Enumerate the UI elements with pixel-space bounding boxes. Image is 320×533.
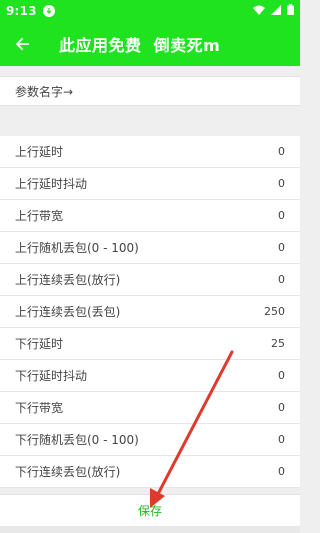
setting-label: 下行延时抖动	[15, 369, 88, 383]
param-name-label: 参数名字→	[15, 84, 74, 99]
setting-row[interactable]: 上行随机丢包(0 - 100) 0	[0, 232, 300, 264]
save-button[interactable]: 保存	[138, 502, 162, 519]
section-gap	[0, 66, 300, 76]
setting-value: 0	[278, 369, 285, 382]
setting-row[interactable]: 上行连续丢包(放行) 0	[0, 264, 300, 296]
setting-value: 0	[278, 273, 285, 286]
setting-row[interactable]: 上行延时抖动 0	[0, 168, 300, 200]
status-time: 9:13	[6, 4, 37, 18]
setting-value: 0	[278, 241, 285, 254]
setting-row[interactable]: 下行延时抖动 0	[0, 360, 300, 392]
setting-row[interactable]: 上行延时 0	[0, 136, 300, 168]
setting-label: 上行随机丢包(0 - 100)	[15, 241, 139, 255]
save-area: 保存	[0, 494, 300, 526]
section-gap	[0, 106, 300, 136]
setting-value: 0	[278, 465, 285, 478]
bottom-strip	[0, 526, 300, 533]
setting-label: 上行延时抖动	[15, 177, 88, 191]
settings-list: 上行延时 0 上行延时抖动 0 上行带宽 0 上行随机丢包(0 - 100) 0…	[0, 136, 300, 488]
setting-row[interactable]: 上行连续丢包(丢包) 250	[0, 296, 300, 328]
setting-value: 0	[278, 209, 285, 222]
setting-label: 上行延时	[15, 145, 64, 159]
page-title: 此应用免费 倒卖死m	[59, 36, 221, 55]
battery-icon	[287, 4, 294, 18]
setting-label: 上行连续丢包(丢包)	[15, 305, 121, 319]
arrow-left-icon	[15, 37, 29, 51]
setting-label: 下行带宽	[15, 401, 64, 415]
setting-label: 下行延时	[15, 337, 64, 351]
setting-row[interactable]: 下行带宽 0	[0, 392, 300, 424]
setting-value: 0	[278, 433, 285, 446]
setting-value: 25	[271, 337, 285, 350]
setting-value: 0	[278, 401, 285, 414]
setting-row[interactable]: 下行延时 25	[0, 328, 300, 360]
status-bar: 9:13	[0, 0, 300, 22]
signal-icon	[271, 4, 281, 18]
setting-value: 0	[278, 145, 285, 158]
setting-value: 0	[278, 177, 285, 190]
param-name-row[interactable]: 参数名字→	[0, 76, 300, 106]
download-icon	[42, 5, 55, 17]
setting-label: 上行连续丢包(放行)	[15, 273, 121, 287]
setting-row[interactable]: 下行连续丢包(放行) 0	[0, 456, 300, 488]
setting-value: 250	[264, 305, 285, 318]
back-button[interactable]	[0, 22, 44, 66]
setting-label: 下行随机丢包(0 - 100)	[15, 433, 139, 447]
wifi-icon	[253, 4, 265, 18]
setting-label: 下行连续丢包(放行)	[15, 465, 121, 479]
setting-label: 上行带宽	[15, 209, 64, 223]
setting-row[interactable]: 下行随机丢包(0 - 100) 0	[0, 424, 300, 456]
app-bar: 此应用免费 倒卖死m	[0, 22, 300, 66]
setting-row[interactable]: 上行带宽 0	[0, 200, 300, 232]
